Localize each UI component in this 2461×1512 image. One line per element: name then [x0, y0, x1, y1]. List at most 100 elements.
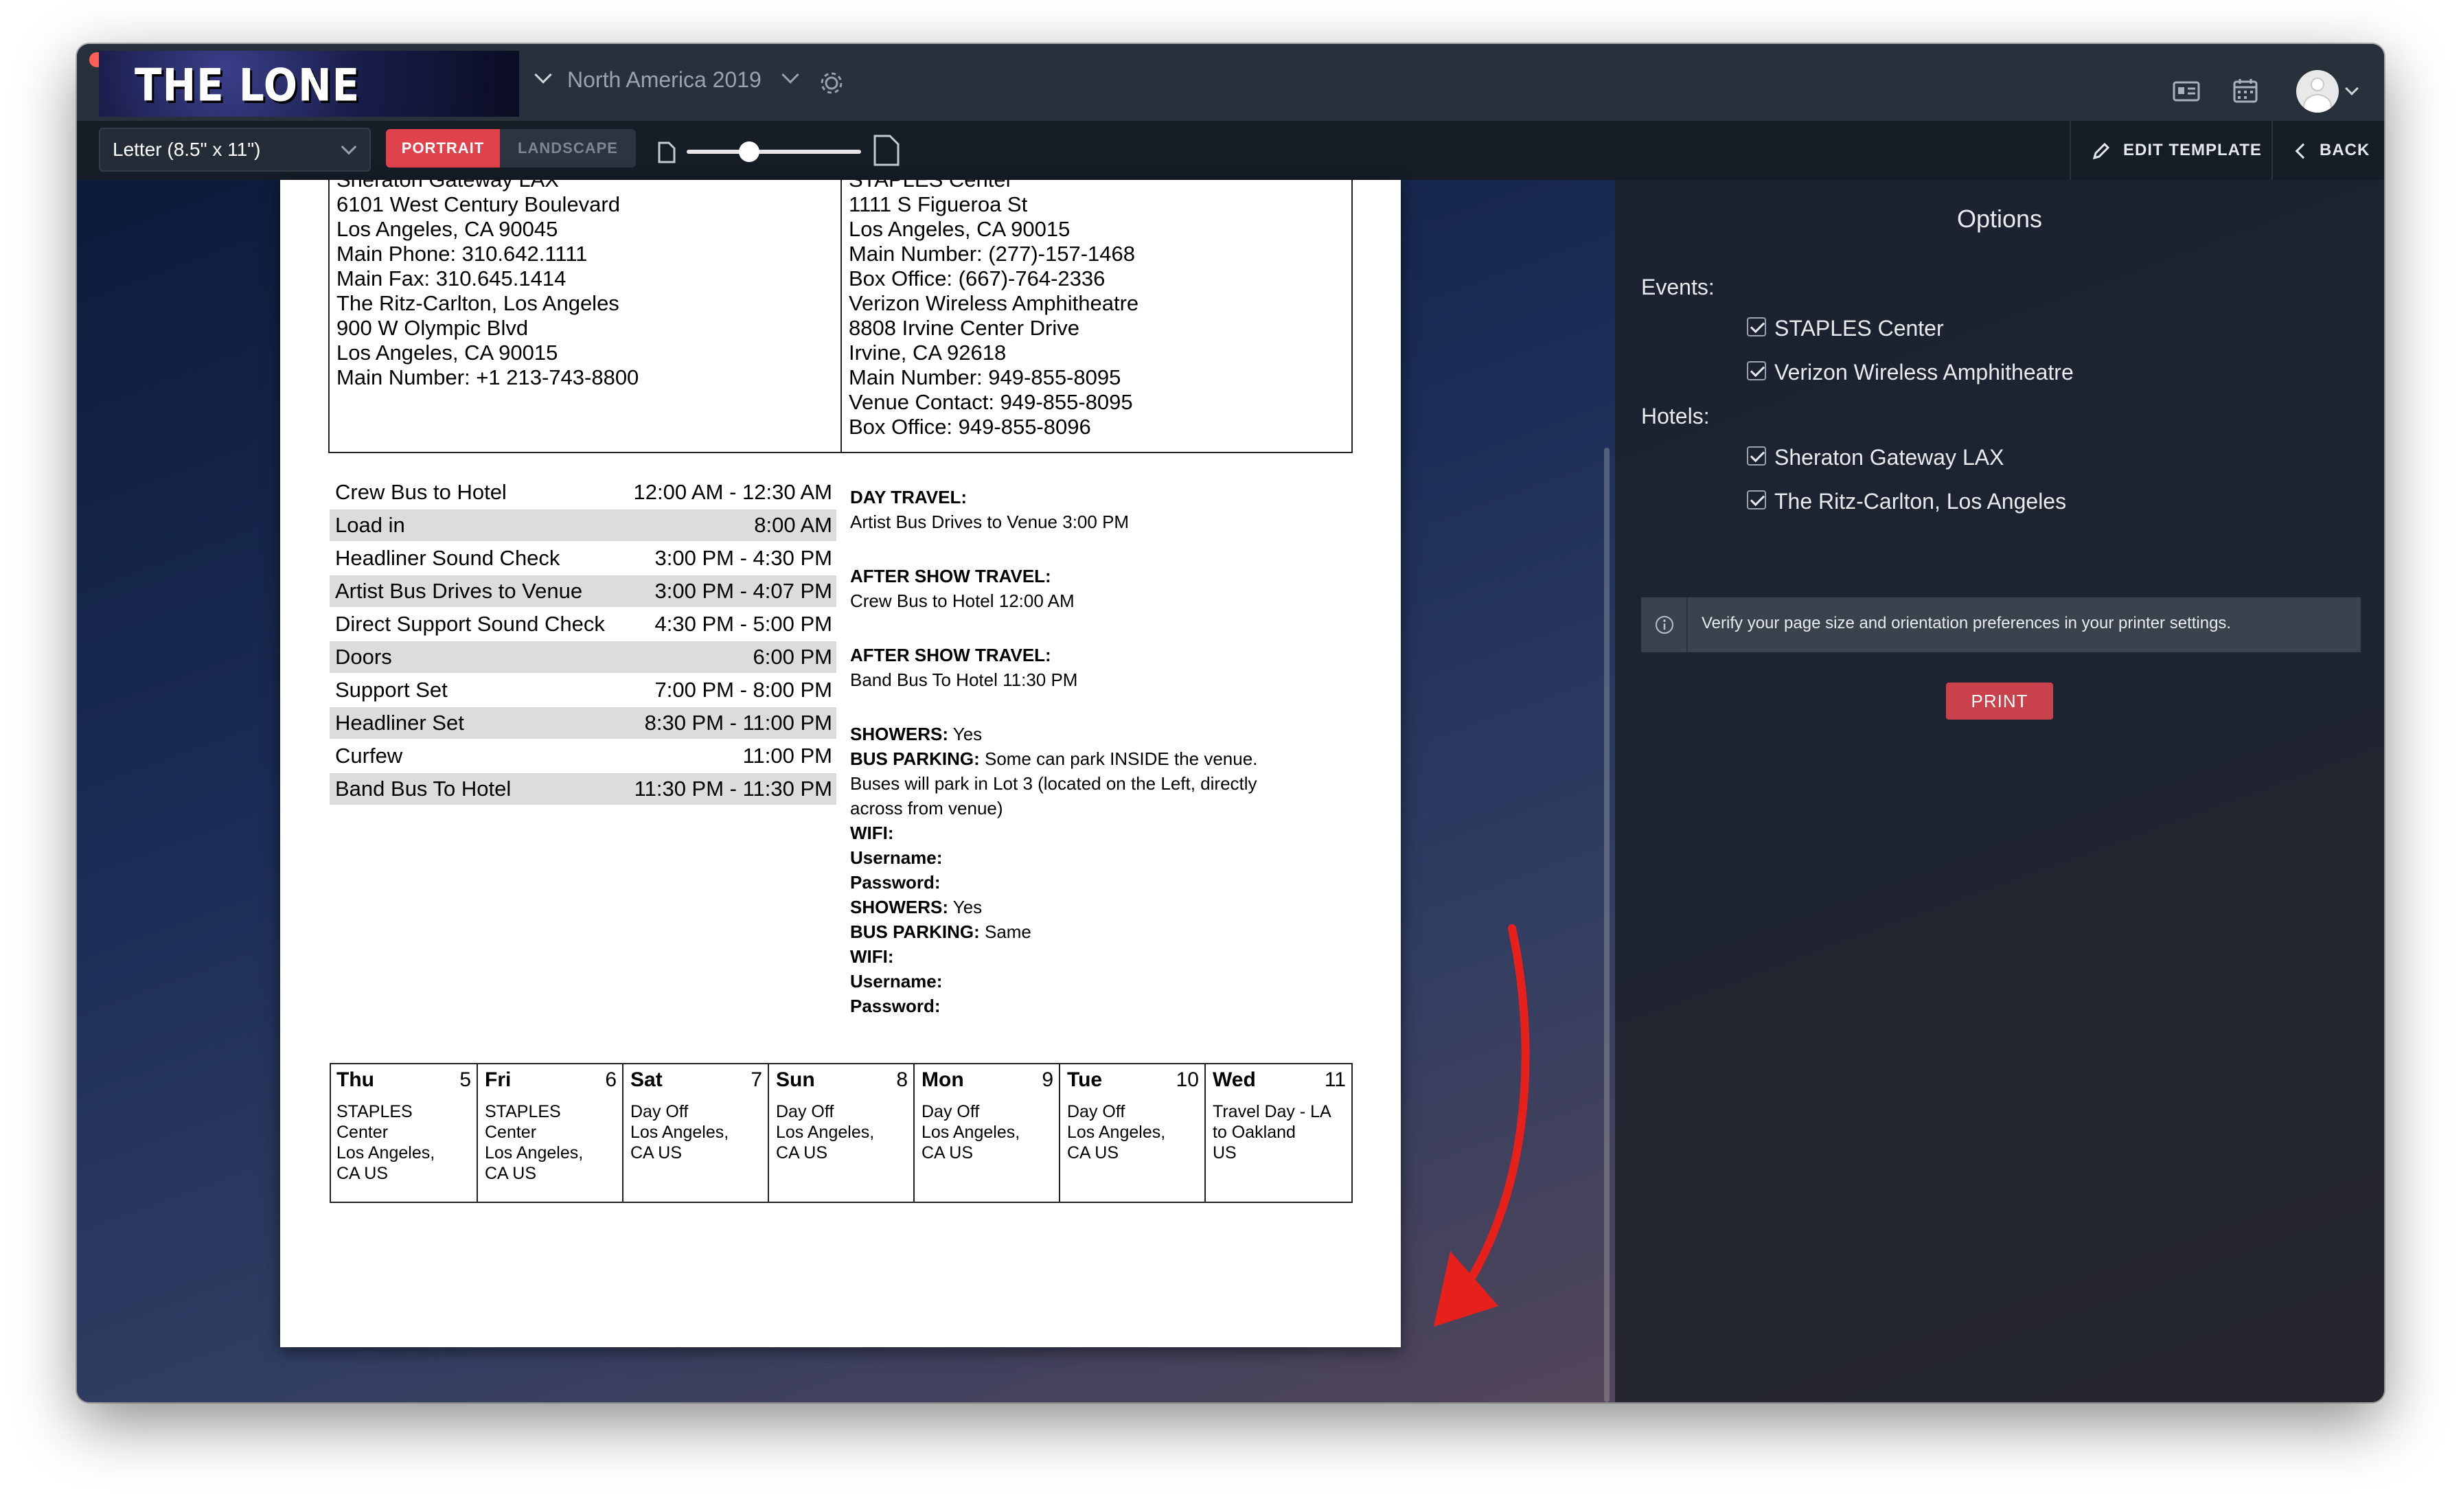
preview-scrollbar[interactable] [1604, 448, 1610, 1402]
table-row: Doors 6:00 PM [330, 641, 836, 673]
events-label: Events: [1641, 275, 1715, 299]
schedule-item-time: 4:30 PM - 5:00 PM [654, 612, 832, 636]
zoom-out-page-icon[interactable] [658, 141, 676, 163]
table-row: Load in 8:00 AM [330, 509, 836, 541]
note-text: across from venue) [850, 798, 1003, 818]
hotel-checkbox-sheraton[interactable] [1747, 446, 1766, 466]
calendar-event-line: US [1213, 1143, 1237, 1162]
calendar-day: Mon 9 Day Off Los Angeles, CA US [913, 1064, 1059, 1202]
note-text: Buses will park in Lot 3 (located on the… [850, 773, 1257, 794]
event-checkbox-verizon-amphitheatre[interactable] [1747, 361, 1766, 380]
edit-template-label: EDIT TEMPLATE [2123, 141, 2262, 159]
print-preview-page[interactable]: Sheraton Gateway LAX 6101 West Century B… [280, 180, 1401, 1347]
calendar-day-number: 6 [605, 1068, 617, 1091]
note-heading: WIFI: [850, 946, 894, 967]
schedule-item-name: Headliner Sound Check [335, 546, 560, 570]
paper-size-select[interactable]: Letter (8.5" x 11") [99, 128, 371, 172]
zoom-slider-thumb[interactable] [739, 141, 759, 162]
calendar-day-number: 10 [1176, 1068, 1199, 1091]
venue-line: 1111 S Figueroa St [849, 192, 1028, 216]
options-title: Options [1956, 205, 2043, 233]
gear-icon[interactable] [819, 70, 845, 96]
day-schedule-table: Crew Bus to Hotel 12:00 AM - 12:30 AM Loa… [330, 477, 836, 806]
hotel-line: Main Number: +1 213-743-8800 [336, 365, 639, 389]
back-label: BACK [2320, 141, 2370, 159]
venues-contact-box: STAPLES Center 1111 S Figueroa St Los An… [840, 180, 1353, 453]
table-row: Band Bus To Hotel 11:30 PM - 11:30 PM [330, 773, 836, 805]
calendar-event-line: Travel Day - LA [1213, 1102, 1331, 1121]
note-heading: DAY TRAVEL: [850, 487, 967, 507]
schedule-item-time: 12:00 AM - 12:30 AM [633, 480, 832, 504]
avatar[interactable] [2296, 70, 2339, 113]
schedule-item-name: Crew Bus to Hotel [335, 480, 507, 504]
calendar-day-number: 5 [459, 1068, 471, 1091]
title-bar: THE LONE RANGERS North America 2019 [77, 44, 2384, 121]
zoom-slider-track[interactable] [687, 150, 861, 154]
portrait-button[interactable]: PORTRAIT [386, 129, 500, 168]
note-heading: SHOWERS: [850, 724, 948, 744]
schedule-item-name: Artist Bus Drives to Venue [335, 579, 583, 603]
calendar-day-name: Wed [1213, 1068, 1256, 1091]
calendar-event-line: CA US [630, 1143, 683, 1162]
calendar-day: Thu 5 STAPLES Center Los Angeles, CA US [330, 1064, 477, 1202]
hotel-line: 6101 West Century Boulevard [336, 192, 620, 216]
band-switcher-chevron-icon[interactable] [534, 66, 552, 84]
print-button[interactable]: PRINT [1946, 683, 2053, 720]
edit-template-button[interactable]: EDIT TEMPLATE [2070, 121, 2271, 180]
schedule-item-name: Band Bus To Hotel [335, 777, 512, 801]
hotel-option-label[interactable]: The Ritz-Carlton, Los Angeles [1774, 489, 2066, 514]
band-name: THE LONE RANGERS [135, 59, 360, 117]
calendar-event-line: CA US [922, 1143, 974, 1162]
table-row: Artist Bus Drives to Venue 3:00 PM - 4:07… [330, 575, 836, 607]
back-button[interactable]: BACK [2271, 121, 2384, 180]
table-row: Support Set 7:00 PM - 8:00 PM [330, 674, 836, 706]
annotation-arrow-icon [1434, 924, 1530, 1327]
note-heading: WIFI: [850, 823, 894, 843]
note-heading: Username: [850, 971, 943, 992]
calendar-event-line: Center [336, 1123, 389, 1142]
venue-line: Box Office: (667)-764-2336 [849, 266, 1106, 290]
schedule-item-time: 7:00 PM - 8:00 PM [654, 678, 832, 702]
venue-line: Main Number: 949-855-8095 [849, 365, 1121, 389]
note-text: Artist Bus Drives to Venue 3:00 PM [850, 512, 1130, 532]
calendar-day-name: Sat [630, 1068, 663, 1091]
calendar-icon[interactable] [2233, 78, 2258, 103]
calendar-event-line: CA US [485, 1164, 537, 1183]
tour-name[interactable]: North America 2019 [567, 67, 762, 93]
venue-line: Main Number: (277)-157-1468 [849, 242, 1135, 266]
hotel-option-label[interactable]: Sheraton Gateway LAX [1774, 445, 2004, 470]
schedule-item-time: 3:00 PM - 4:30 PM [654, 546, 832, 570]
landscape-button[interactable]: LANDSCAPE [500, 129, 636, 168]
schedule-item-name: Load in [335, 513, 405, 537]
calendar-day-name: Sun [776, 1068, 815, 1091]
event-checkbox-staples-center[interactable] [1747, 317, 1766, 336]
calendar-event-line: CA US [336, 1164, 389, 1183]
table-row: Headliner Sound Check 3:00 PM - 4:30 PM [330, 542, 836, 574]
event-option-label[interactable]: Verizon Wireless Amphitheatre [1774, 360, 2074, 385]
calendar-event-line: Los Angeles, [630, 1123, 729, 1142]
zoom-in-page-icon[interactable] [873, 135, 900, 166]
account-menu-chevron-icon[interactable] [2345, 82, 2359, 95]
schedule-item-time: 11:30 PM - 11:30 PM [634, 777, 832, 801]
info-banner: Verify your page size and orientation pr… [1641, 597, 2361, 652]
contact-card-icon[interactable] [2173, 81, 2200, 102]
calendar-event-line: CA US [776, 1143, 828, 1162]
hotels-label: Hotels: [1641, 404, 1710, 428]
venue-line: Verizon Wireless Amphitheatre [849, 291, 1139, 315]
tour-switcher-chevron-icon[interactable] [781, 66, 799, 84]
hotel-checkbox-ritz-carlton[interactable] [1747, 490, 1766, 509]
band-logo: THE LONE RANGERS [99, 51, 519, 117]
note-heading: SHOWERS: [850, 897, 948, 917]
hotel-line: Main Fax: 310.645.1414 [336, 266, 566, 290]
venue-line: Box Office: 949-855-8096 [849, 415, 1091, 439]
note-text: Yes [948, 724, 983, 744]
schedule-item-name: Doors [335, 645, 392, 669]
calendar-event-line: Day Off [630, 1102, 689, 1121]
week-calendar: Thu 5 STAPLES Center Los Angeles, CA US Fri 6… [330, 1063, 1353, 1203]
calendar-day: Sun 8 Day Off Los Angeles, CA US [768, 1064, 913, 1202]
orientation-toggle: PORTRAIT LANDSCAPE [386, 129, 636, 168]
info-icon [1656, 616, 1673, 634]
info-text: Verify your page size and orientation pr… [1702, 614, 2232, 632]
event-option-label[interactable]: STAPLES Center [1774, 316, 1944, 341]
note-heading: AFTER SHOW TRAVEL: [850, 645, 1051, 665]
